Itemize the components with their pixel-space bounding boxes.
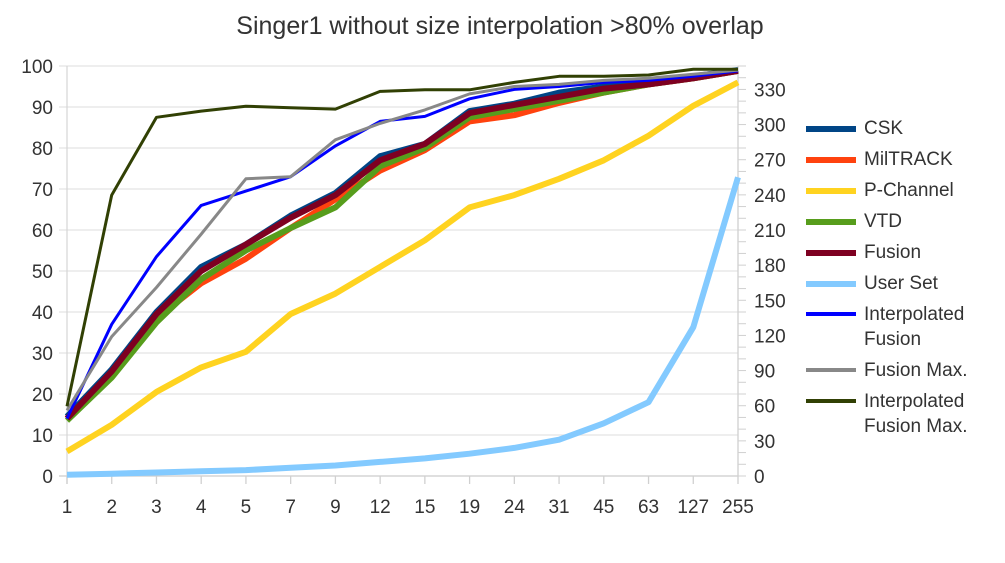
legend: CSK MilTRACK P-Channel VTD Fusion User S… (806, 116, 1004, 445)
y-tick-label: 100 (21, 57, 53, 78)
x-tick-label: 9 (330, 497, 341, 518)
y2-tick-label: 210 (754, 221, 786, 242)
x-tick-label: 15 (414, 497, 435, 518)
x-tick-label: 1 (62, 497, 73, 518)
x-tick-label: 19 (459, 497, 480, 518)
y2-tick-label: 180 (754, 256, 786, 277)
x-tick-label: 5 (241, 497, 252, 518)
y-tick-label: 80 (32, 139, 53, 160)
x-tick-label: 2 (106, 497, 117, 518)
legend-swatch (806, 126, 856, 132)
legend-label: VTD (864, 211, 902, 232)
y2-tick-label: 240 (754, 186, 786, 207)
y2-tick-label: 30 (754, 432, 775, 453)
y2-tick-label: 60 (754, 397, 775, 418)
series-line-interpolated-fusion (65, 69, 739, 420)
y-tick-label: 90 (32, 98, 53, 119)
x-tick-label: 255 (722, 497, 754, 518)
y2-tick-label: 120 (754, 326, 786, 347)
y2-tick-label: 330 (754, 80, 786, 101)
x-tick-label: 127 (677, 497, 709, 518)
y-tick-label: 40 (32, 303, 53, 324)
x-tick-label: 45 (593, 497, 614, 518)
x-tick-label: 7 (285, 497, 296, 518)
legend-swatch (806, 312, 856, 316)
legend-item-fusion: Fusion (806, 240, 1004, 271)
legend-item-csk: CSK (806, 116, 1004, 147)
legend-item-vtd: VTD (806, 209, 1004, 240)
y-tick-label: 50 (32, 262, 53, 283)
legend-swatch (806, 219, 856, 225)
y-tick-label: 30 (32, 344, 53, 365)
legend-swatch (806, 157, 856, 163)
legend-swatch (806, 368, 856, 372)
y-tick-label: 60 (32, 221, 53, 242)
legend-item-user-set: User Set (806, 271, 1004, 302)
legend-label: CSK (864, 118, 904, 139)
axes (59, 65, 746, 484)
y-tick-label: 0 (42, 467, 53, 488)
y2-tick-label: 150 (754, 291, 786, 312)
legend-item-miltrack: MilTRACK (806, 147, 1004, 178)
y-tick-label: 70 (32, 180, 53, 201)
legend-label: User Set (864, 273, 938, 294)
legend-label: Interpolated Fusion (864, 304, 965, 350)
legend-item-interpolated-fusion-max: Interpolated Fusion Max. (806, 389, 1004, 445)
legend-label: MilTRACK (864, 149, 953, 170)
x-tick-label: 12 (370, 497, 391, 518)
x-tick-label: 4 (196, 497, 207, 518)
legend-label: Interpolated Fusion Max. (864, 391, 968, 437)
series-line-p-channel (65, 79, 740, 454)
x-tick-label: 24 (504, 497, 526, 518)
legend-label: Fusion Max. (864, 360, 968, 381)
legend-swatch (806, 281, 856, 287)
y2-tick-label: 90 (754, 362, 775, 383)
legend-swatch (806, 188, 856, 194)
x-tick-label: 3 (151, 497, 162, 518)
series-line-fusion-max (65, 68, 739, 412)
grid-lines (59, 65, 738, 477)
legend-item-fusion-max: Fusion Max. (806, 358, 1004, 389)
y2-tick-label: 0 (754, 467, 765, 488)
x-tick-label: 63 (638, 497, 659, 518)
legend-swatch (806, 399, 856, 403)
legend-swatch (806, 250, 856, 256)
legend-item-interpolated-fusion: Interpolated Fusion (806, 302, 1004, 358)
y2-tick-label: 300 (754, 116, 786, 137)
x-tick-label: 31 (548, 497, 569, 518)
y2-tick-label: 270 (754, 151, 786, 172)
y-tick-label: 10 (32, 426, 53, 447)
legend-label: P-Channel (864, 180, 954, 201)
legend-label: Fusion (864, 242, 922, 263)
y-tick-label: 20 (32, 385, 53, 406)
legend-item-p-channel: P-Channel (806, 178, 1004, 209)
series-line-user-set (66, 176, 741, 478)
series-lines (64, 67, 741, 478)
